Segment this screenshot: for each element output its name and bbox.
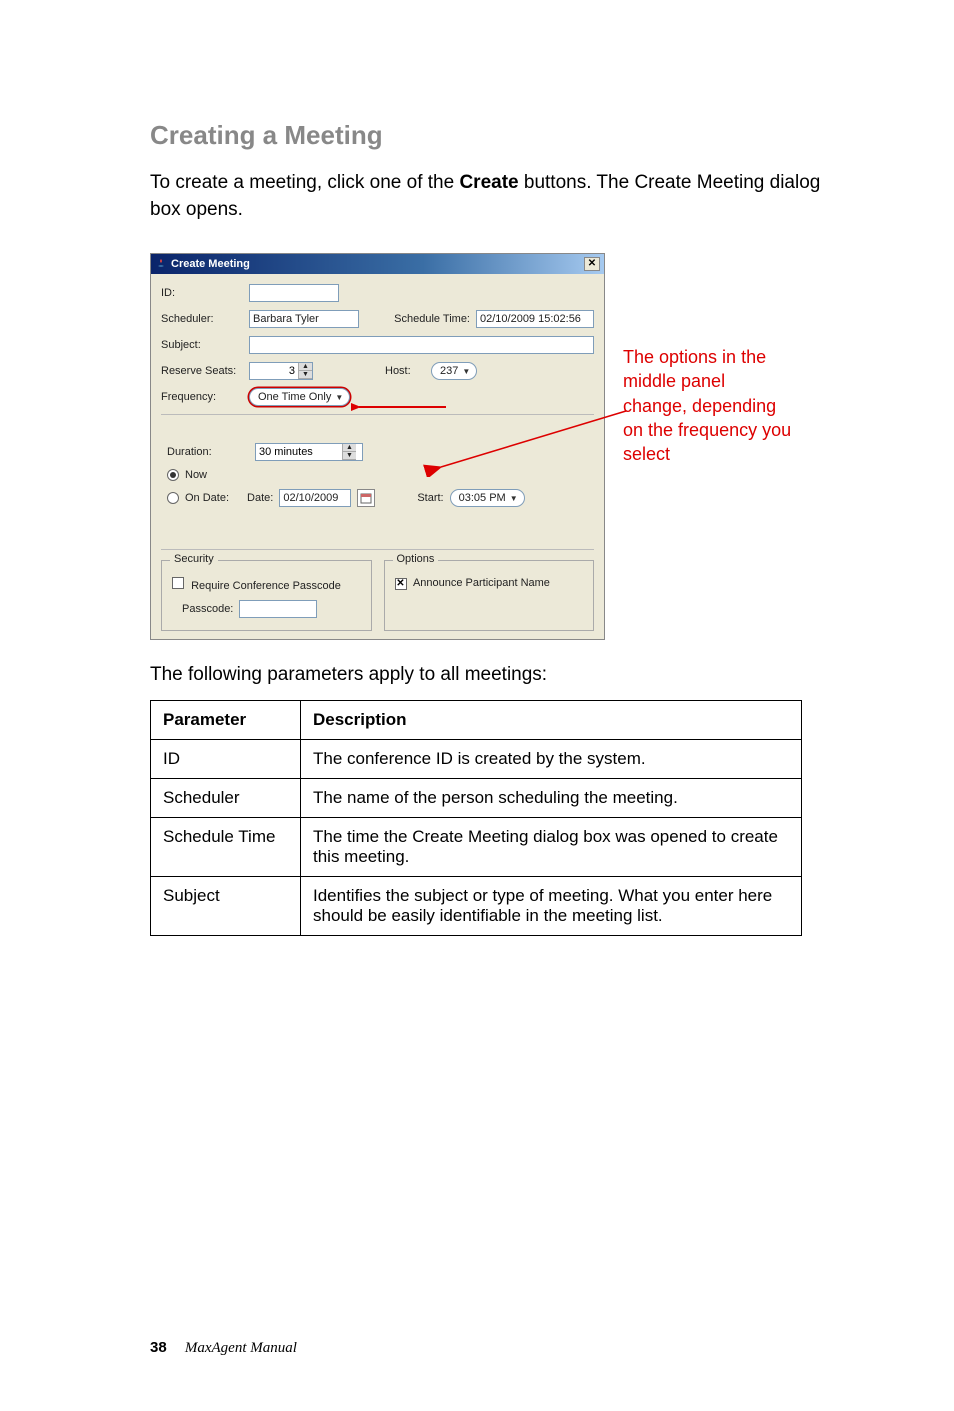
intro-bold: Create (459, 172, 518, 193)
reserve-seats-label: Reserve Seats: (161, 365, 243, 377)
page-number: 38 (150, 1339, 167, 1356)
date-field[interactable]: 02/10/2009 (279, 489, 351, 507)
table-header-param: Parameter (151, 701, 301, 740)
param-cell: Subject (151, 877, 301, 936)
security-group: Security Require Conference Passcode Pas… (161, 560, 372, 631)
red-arrow-callout-icon (381, 405, 631, 477)
caret-down-icon: ▼ (510, 494, 518, 503)
dialog-title: Create Meeting (171, 258, 250, 270)
table-row: ID The conference ID is created by the s… (151, 740, 802, 779)
close-button[interactable]: ✕ (584, 257, 600, 271)
require-passcode-label: Require Conference Passcode (191, 580, 341, 592)
announce-label: Announce Participant Name (413, 577, 550, 589)
subject-field[interactable] (249, 336, 594, 354)
intro-paragraph: To create a meeting, click one of the Cr… (150, 170, 854, 223)
start-time-dropdown[interactable]: 03:05 PM ▼ (450, 489, 525, 507)
table-row: Schedule Time The time the Create Meetin… (151, 818, 802, 877)
frequency-label: Frequency: (161, 391, 243, 403)
frequency-value: One Time Only (258, 391, 331, 403)
subject-label: Subject: (161, 339, 243, 351)
desc-cell: Identifies the subject or type of meetin… (301, 877, 802, 936)
id-label: ID: (161, 287, 243, 299)
spinner-up-icon[interactable]: ▲ (342, 444, 356, 452)
passcode-label: Passcode: (182, 603, 233, 615)
announce-checkbox[interactable]: ✕ (395, 578, 407, 590)
page-footer: 38 MaxAgent Manual (150, 1339, 297, 1357)
calendar-icon[interactable] (357, 489, 375, 507)
table-header-desc: Description (301, 701, 802, 740)
scheduler-label: Scheduler: (161, 313, 243, 325)
scheduler-field[interactable]: Barbara Tyler (249, 310, 359, 328)
schedule-time-field: 02/10/2009 15:02:56 (476, 310, 594, 328)
spinner-down-icon[interactable]: ▼ (342, 452, 356, 460)
security-legend: Security (170, 553, 218, 565)
desc-cell: The name of the person scheduling the me… (301, 779, 802, 818)
now-label: Now (185, 469, 207, 481)
spinner-up-icon[interactable]: ▲ (298, 363, 312, 371)
schedule-time-label: Schedule Time: (394, 313, 470, 325)
on-date-radio[interactable] (167, 492, 179, 504)
duration-spinner[interactable]: ▲▼ (255, 443, 363, 461)
java-icon (155, 258, 167, 270)
desc-cell: The conference ID is created by the syst… (301, 740, 802, 779)
spinner-down-icon[interactable]: ▼ (298, 371, 312, 379)
require-passcode-checkbox[interactable] (172, 577, 184, 589)
id-field[interactable] (249, 284, 339, 302)
duration-label: Duration: (167, 446, 249, 458)
param-cell: Scheduler (151, 779, 301, 818)
start-value: 03:05 PM (459, 492, 506, 504)
on-date-label: On Date: (185, 492, 229, 504)
middle-panel: Duration: ▲▼ Now On Date: (161, 414, 594, 550)
parameters-table: Parameter Description ID The conference … (150, 700, 802, 936)
dialog-titlebar: Create Meeting ✕ (151, 254, 604, 274)
host-value: 237 (440, 365, 458, 377)
param-cell: Schedule Time (151, 818, 301, 877)
caret-down-icon: ▼ (462, 367, 470, 376)
host-dropdown[interactable]: 237 ▼ (431, 362, 477, 380)
table-row: Subject Identifies the subject or type o… (151, 877, 802, 936)
book-title: MaxAgent Manual (185, 1340, 297, 1356)
frequency-dropdown[interactable]: One Time Only ▼ (249, 388, 350, 406)
table-caption: The following parameters apply to all me… (150, 664, 854, 686)
date-label: Date: (247, 492, 273, 504)
caret-down-icon: ▼ (335, 393, 343, 402)
reserve-seats-spinner[interactable]: ▲▼ (249, 362, 313, 380)
table-row: Scheduler The name of the person schedul… (151, 779, 802, 818)
duration-value[interactable] (256, 444, 342, 460)
desc-cell: The time the Create Meeting dialog box w… (301, 818, 802, 877)
start-label: Start: (417, 492, 443, 504)
param-cell: ID (151, 740, 301, 779)
now-radio[interactable] (167, 469, 179, 481)
host-label: Host: (385, 365, 425, 377)
passcode-field[interactable] (239, 600, 317, 618)
options-group: Options ✕ Announce Participant Name (384, 560, 595, 631)
callout-text: The options in the middle panel change, … (623, 345, 793, 466)
reserve-seats-value[interactable] (250, 363, 298, 379)
create-meeting-dialog: Create Meeting ✕ ID: Scheduler: Barbara … (150, 253, 605, 640)
options-legend: Options (393, 553, 439, 565)
section-heading: Creating a Meeting (150, 120, 854, 151)
intro-pre: To create a meeting, click one of the (150, 172, 459, 193)
